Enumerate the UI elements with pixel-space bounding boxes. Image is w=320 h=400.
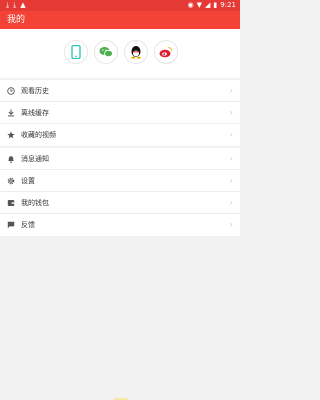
chevron-right-icon: › (229, 176, 233, 185)
qq-login-button[interactable] (124, 40, 148, 64)
menu-item-feedback[interactable]: 反馈 › (0, 214, 240, 236)
menu-item-label: 我的钱包 (21, 198, 49, 207)
login-panel (0, 29, 240, 78)
weibo-login-button[interactable] (154, 40, 178, 64)
menu-item-offline-cache[interactable]: 离线缓存 › (0, 102, 240, 124)
star-icon (6, 130, 16, 140)
menu-group-account: 消息通知 › 设置 › 我的钱包 › 反馈 › (0, 148, 240, 236)
menu-item-label: 观看历史 (21, 86, 49, 95)
menu-item-label: 反馈 (21, 221, 35, 229)
download-icon: ⤓ (13, 1, 17, 9)
wechat-login-button[interactable] (94, 40, 118, 64)
chevron-right-icon: › (229, 220, 233, 229)
menu-item-notifications[interactable]: 消息通知 › (0, 148, 240, 170)
gear-icon (6, 176, 16, 186)
app-bar: 我的 (0, 11, 240, 29)
download-icon: ⤓ (6, 1, 10, 9)
menu-group-media: 观看历史 › 离线缓存 › 收藏的视频 › (0, 80, 240, 146)
location-icon: ◉ (187, 1, 194, 9)
status-system: ◉ ▼ ◢ ▮ 9:21 (188, 0, 236, 11)
signal-icon: ◢ (205, 1, 211, 9)
menu-item-wallet[interactable]: 我的钱包 › (0, 192, 240, 214)
phone-icon (71, 45, 81, 59)
clock-icon (6, 86, 16, 96)
menu-item-favorites[interactable]: 收藏的视频 › (0, 124, 240, 146)
menu-item-label: 消息通知 (21, 154, 49, 163)
chevron-right-icon: › (229, 86, 233, 95)
wallet-icon (6, 198, 16, 208)
menu-item-label: 收藏的视频 (21, 131, 56, 139)
menu-item-settings[interactable]: 设置 › (0, 170, 240, 192)
android-icon: ▲ (20, 1, 26, 9)
page-title: 我的 (7, 15, 26, 25)
weibo-icon (159, 47, 172, 58)
chevron-right-icon: › (229, 154, 233, 163)
feedback-icon (6, 220, 16, 230)
chevron-right-icon: › (229, 130, 233, 139)
chevron-right-icon: › (229, 108, 233, 117)
menu-item-label: 离线缓存 (21, 108, 49, 117)
bell-icon (6, 154, 16, 164)
battery-icon: ▮ (213, 1, 218, 9)
qq-icon (131, 46, 141, 59)
status-notifications: ⤓ ⤓ ▲ (6, 0, 26, 11)
clock-time: 9:21 (220, 1, 236, 9)
menu-item-label: 设置 (21, 176, 35, 185)
menu-item-watch-history[interactable]: 观看历史 › (0, 80, 240, 102)
wechat-icon (99, 47, 113, 58)
phone-login-button[interactable] (64, 40, 88, 64)
chevron-right-icon: › (229, 198, 233, 207)
social-login-row (64, 40, 178, 64)
download-icon (6, 108, 16, 118)
wifi-icon: ▼ (196, 1, 203, 9)
status-bar: ⤓ ⤓ ▲ ◉ ▼ ◢ ▮ 9:21 (0, 0, 240, 11)
